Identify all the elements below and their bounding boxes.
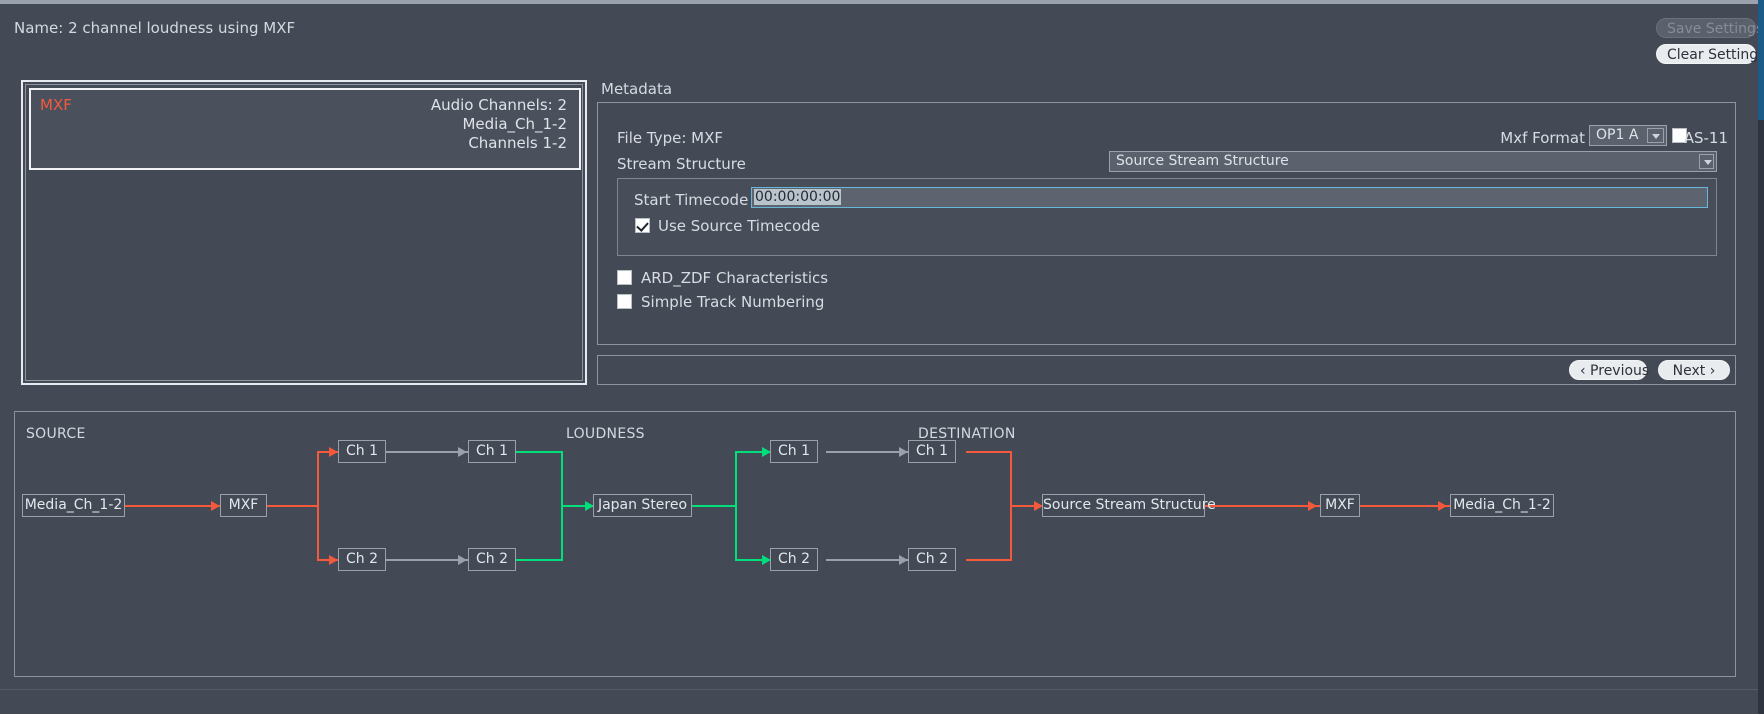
arrowhead-icon bbox=[899, 447, 908, 457]
arrowhead-icon bbox=[458, 447, 467, 457]
file-entry-type: MXF bbox=[40, 96, 72, 114]
node-loudness-in-ch2[interactable]: Ch 2 bbox=[468, 548, 516, 571]
node-destination-mxf[interactable]: MXF bbox=[1320, 494, 1360, 517]
simple-track-numbering-label: Simple Track Numbering bbox=[641, 293, 825, 311]
link-dest-ch1-merge bbox=[966, 451, 1012, 453]
link-stream-to-mxf bbox=[1205, 505, 1320, 507]
mxf-format-selected-value: OP1 A bbox=[1596, 127, 1639, 143]
node-loudness-out-ch1[interactable]: Ch 1 bbox=[770, 440, 818, 463]
arrowhead-icon bbox=[329, 447, 338, 457]
node-destination-ch2[interactable]: Ch 2 bbox=[908, 548, 956, 571]
mxf-format-label: Mxf Format bbox=[1500, 129, 1585, 147]
page-title: Name: 2 channel loudness using MXF bbox=[14, 19, 296, 37]
stream-structure-label: Stream Structure bbox=[617, 155, 746, 173]
link-src-ch1-to-loud-ch1 bbox=[386, 451, 468, 453]
metadata-group-title: Metadata bbox=[601, 80, 673, 98]
file-type-value: File Type: MXF bbox=[617, 129, 723, 147]
node-source-ch2[interactable]: Ch 2 bbox=[338, 548, 386, 571]
node-loudness-out-ch2[interactable]: Ch 2 bbox=[770, 548, 818, 571]
node-source-mxf[interactable]: MXF bbox=[220, 494, 267, 517]
use-source-timecode-checkbox[interactable] bbox=[635, 218, 650, 233]
ard-zdf-characteristics-label: ARD_ZDF Characteristics bbox=[641, 269, 829, 287]
arrowhead-icon bbox=[458, 555, 467, 565]
timecode-group: Start Timecode 00:00:00:00 Use Source Ti… bbox=[617, 178, 1717, 256]
header-bar: Name: 2 channel loudness using MXF Save … bbox=[0, 4, 1764, 72]
node-destination-stream-structure[interactable]: Source Stream Structure bbox=[1042, 494, 1216, 517]
node-source-media[interactable]: Media_Ch_1-2 bbox=[22, 494, 125, 517]
link-dest-ch2-merge bbox=[966, 559, 1012, 561]
link-loud-ch1-merge bbox=[516, 451, 563, 453]
link-loud-ch2-merge bbox=[516, 559, 563, 561]
file-entry-audio-channels: Audio Channels: 2 bbox=[430, 96, 567, 114]
use-source-timecode-label: Use Source Timecode bbox=[658, 217, 820, 235]
file-list-inner: MXF Audio Channels: 2 Media_Ch_1-2 Chann… bbox=[25, 84, 583, 381]
simple-track-numbering-checkbox[interactable] bbox=[617, 294, 632, 309]
start-timecode-input[interactable]: 00:00:00:00 bbox=[751, 187, 1708, 208]
link-media-to-mxf bbox=[125, 505, 225, 507]
clear-settings-button[interactable]: Clear Settings bbox=[1656, 44, 1764, 64]
wizard-nav-bar: ‹ Previous Next › bbox=[597, 355, 1736, 385]
diagram-header-loudness: LOUDNESS bbox=[566, 426, 645, 442]
chevron-down-icon[interactable] bbox=[1647, 128, 1664, 143]
status-bar bbox=[0, 689, 1764, 714]
save-settings-button[interactable]: Save Settings bbox=[1656, 18, 1763, 38]
arrowhead-icon bbox=[899, 555, 908, 565]
link-preset-split-vertical bbox=[735, 451, 737, 561]
link-loud-out-ch2-to-dest-ch2 bbox=[826, 559, 908, 561]
arrowhead-icon bbox=[211, 501, 220, 511]
mxf-format-select[interactable]: OP1 A bbox=[1589, 125, 1667, 146]
chevron-down-icon[interactable] bbox=[1699, 154, 1714, 169]
list-item[interactable]: MXF Audio Channels: 2 Media_Ch_1-2 Chann… bbox=[29, 88, 581, 170]
start-timecode-label: Start Timecode bbox=[634, 191, 749, 209]
window-right-edge bbox=[1758, 0, 1764, 714]
signal-flow-diagram: SOURCE LOUDNESS DESTINATION Media_Ch_1-2… bbox=[14, 411, 1736, 677]
diagram-header-source: SOURCE bbox=[26, 426, 86, 442]
scrollbar-thumb[interactable] bbox=[1758, 0, 1764, 120]
file-entry-channels: Channels 1-2 bbox=[468, 134, 567, 152]
file-list-panel[interactable]: MXF Audio Channels: 2 Media_Ch_1-2 Chann… bbox=[21, 80, 587, 385]
stream-structure-selected-value: Source Stream Structure bbox=[1116, 153, 1289, 169]
start-timecode-value: 00:00:00:00 bbox=[754, 189, 842, 205]
stream-structure-select[interactable]: Source Stream Structure bbox=[1109, 151, 1717, 172]
arrowhead-icon bbox=[1308, 501, 1317, 511]
arrowhead-icon bbox=[1438, 501, 1447, 511]
file-entry-media-channels: Media_Ch_1-2 bbox=[462, 115, 567, 133]
metadata-group-box: File Type: MXF Mxf Format OP1 A AS-11 St… bbox=[597, 102, 1736, 345]
link-src-ch2-to-loud-ch2 bbox=[386, 559, 468, 561]
next-button[interactable]: Next › bbox=[1658, 360, 1730, 380]
ard-zdf-characteristics-checkbox[interactable] bbox=[617, 270, 632, 285]
node-source-ch1[interactable]: Ch 1 bbox=[338, 440, 386, 463]
node-loudness-preset[interactable]: Japan Stereo bbox=[593, 494, 692, 517]
as11-label: AS-11 bbox=[1683, 129, 1728, 147]
link-mxf-split bbox=[267, 505, 319, 507]
arrowhead-icon bbox=[329, 555, 338, 565]
node-destination-ch1[interactable]: Ch 1 bbox=[908, 440, 956, 463]
file-entry-details: Audio Channels: 2 Media_Ch_1-2 Channels … bbox=[431, 96, 567, 153]
link-mxf-to-media bbox=[1360, 505, 1450, 507]
link-preset-out bbox=[692, 505, 737, 507]
metadata-section: Metadata File Type: MXF Mxf Format OP1 A… bbox=[597, 80, 1736, 345]
node-loudness-in-ch1[interactable]: Ch 1 bbox=[468, 440, 516, 463]
link-mxf-split-vertical bbox=[317, 451, 319, 560]
link-loud-out-ch1-to-dest-ch1 bbox=[826, 451, 908, 453]
previous-button[interactable]: ‹ Previous bbox=[1569, 360, 1649, 380]
node-destination-media[interactable]: Media_Ch_1-2 bbox=[1450, 494, 1554, 517]
